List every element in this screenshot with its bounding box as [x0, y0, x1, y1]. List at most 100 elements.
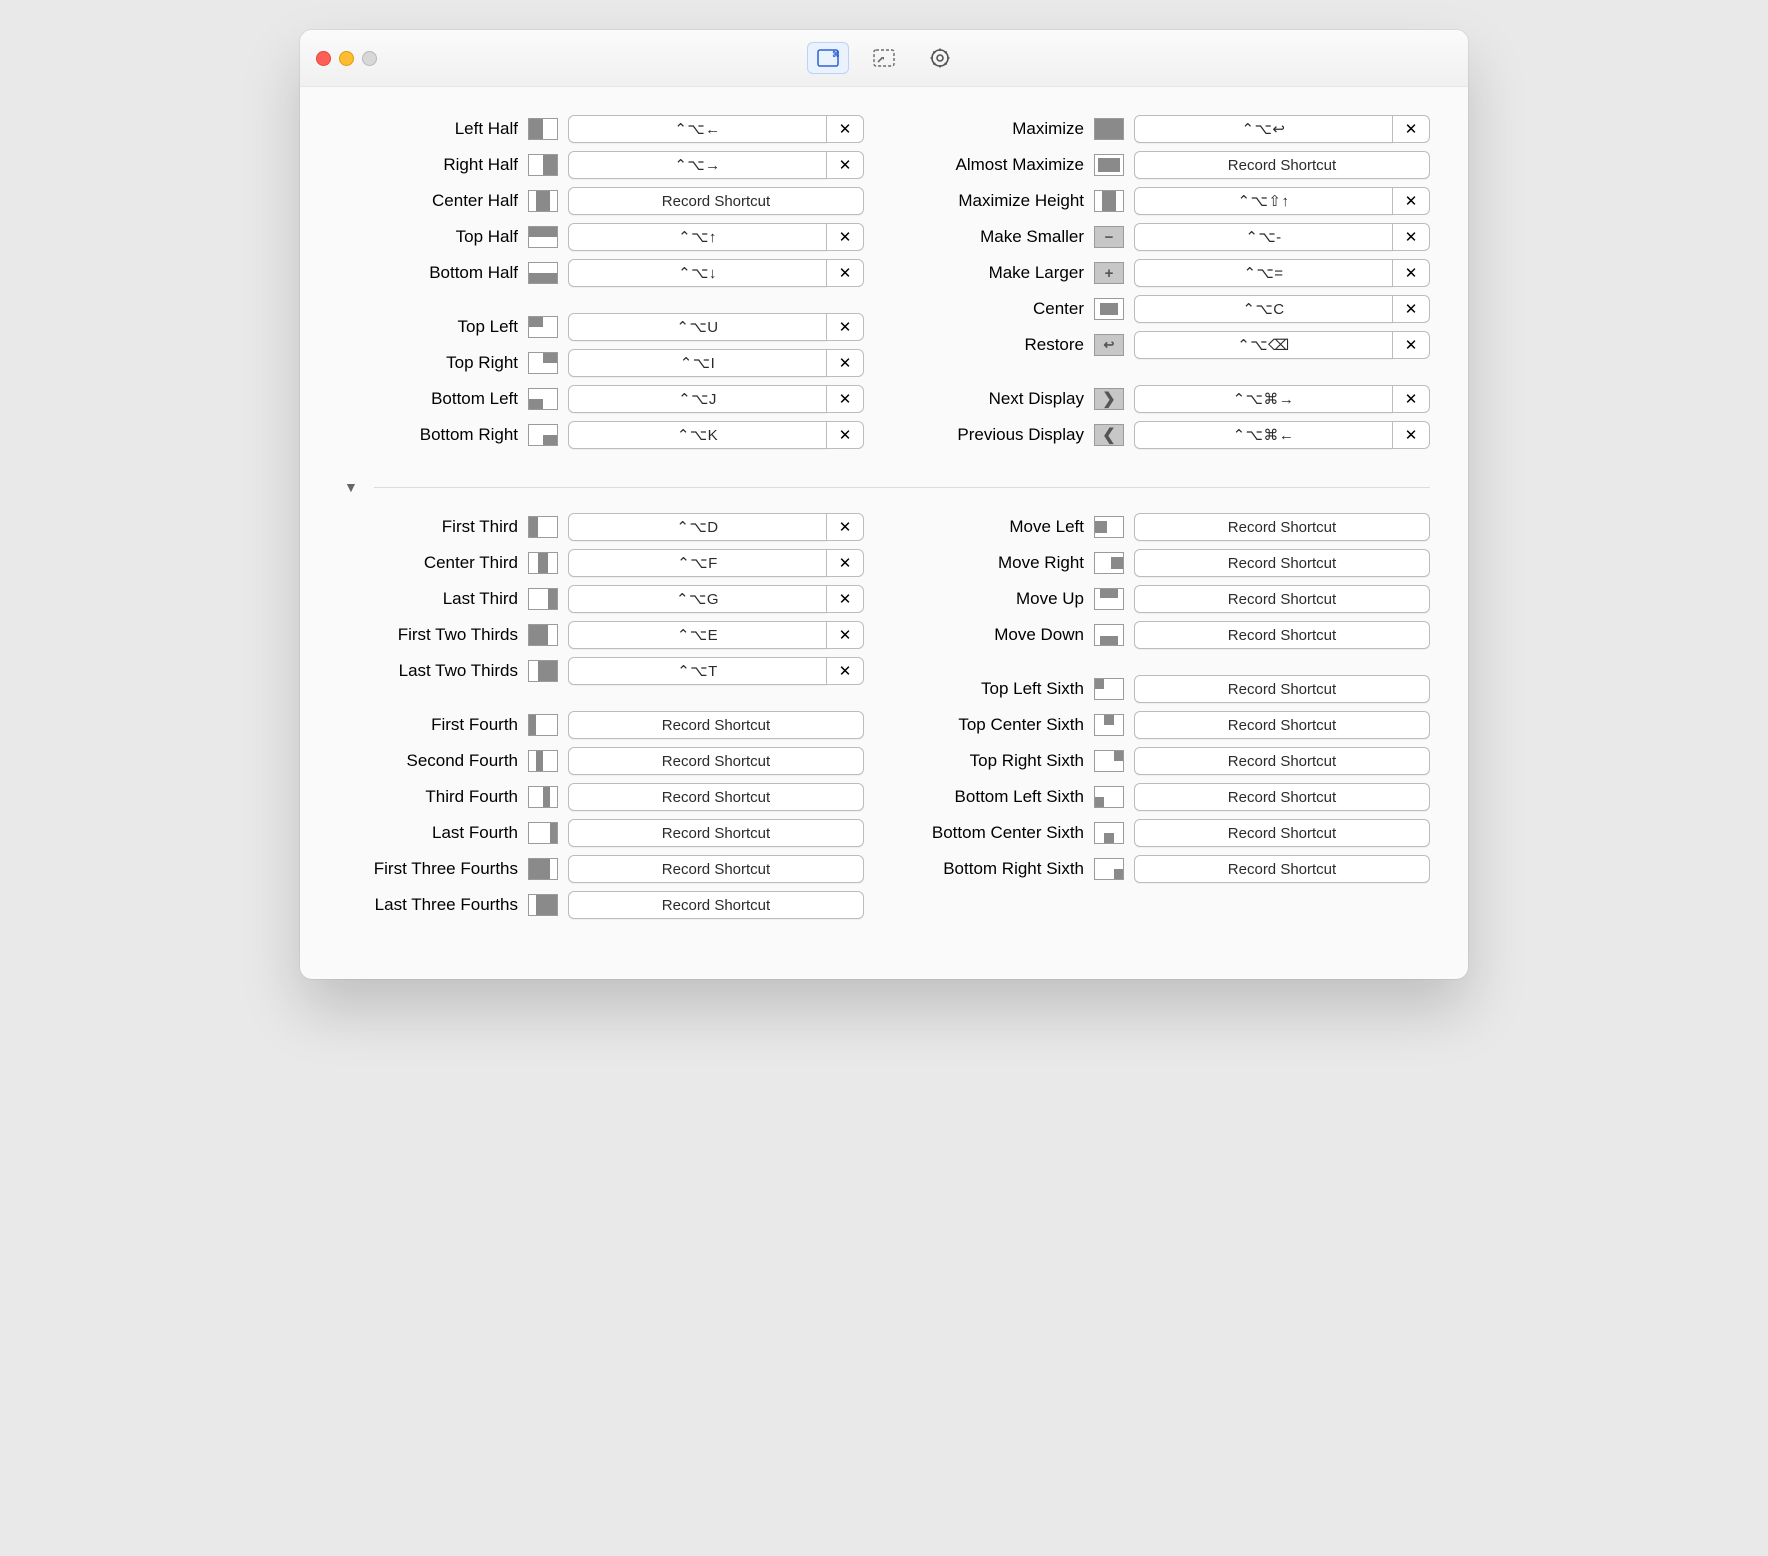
toolbar: ⌘ — [300, 30, 1468, 87]
shortcut-display-make-larger[interactable]: ⌃⌥= — [1134, 259, 1393, 287]
row-first-fourth: First Fourth Record Shortcut — [338, 707, 864, 743]
clear-shortcut-top-right[interactable]: ✕ — [826, 349, 864, 377]
record-shortcut-move-up[interactable]: Record Shortcut — [1134, 585, 1430, 613]
record-shortcut-center-half[interactable]: Record Shortcut — [568, 187, 864, 215]
row-next-display: Next Display ❯ ⌃⌥⌘→ ✕ — [904, 381, 1430, 417]
record-shortcut-first-fourth[interactable]: Record Shortcut — [568, 711, 864, 739]
clear-shortcut-first-third[interactable]: ✕ — [826, 513, 864, 541]
shortcut-display-top-left[interactable]: ⌃⌥U — [568, 313, 827, 341]
pictogram-top-half — [528, 226, 558, 248]
row-center-third: Center Third ⌃⌥F ✕ — [338, 545, 864, 581]
shortcut-display-next-display[interactable]: ⌃⌥⌘→ — [1134, 385, 1393, 413]
close-window-button[interactable] — [316, 51, 331, 66]
label-move-down: Move Down — [904, 625, 1084, 645]
shortcut-cell-maximize-height: ⌃⌥⇧↑ ✕ — [1134, 188, 1430, 214]
disclosure-toggle[interactable]: ▼ — [338, 479, 364, 495]
shortcut-display-bottom-half[interactable]: ⌃⌥↓ — [568, 259, 827, 287]
record-shortcut-almost-maximize[interactable]: Record Shortcut — [1134, 151, 1430, 179]
shortcut-cell-first-fourth: Record Shortcut — [568, 712, 864, 738]
record-shortcut-first-three-fourths[interactable]: Record Shortcut — [568, 855, 864, 883]
shortcut-cell-bottom-right: ⌃⌥K ✕ — [568, 422, 864, 448]
minimize-window-button[interactable] — [339, 51, 354, 66]
shortcut-display-last-two-thirds[interactable]: ⌃⌥T — [568, 657, 827, 685]
clear-shortcut-previous-display[interactable]: ✕ — [1392, 421, 1430, 449]
right-column-bottom: Move Left Record Shortcut Move Right Rec… — [904, 509, 1430, 941]
clear-shortcut-bottom-right[interactable]: ✕ — [826, 421, 864, 449]
shortcut-cell-left-half: ⌃⌥← ✕ — [568, 116, 864, 142]
shortcut-display-maximize[interactable]: ⌃⌥↩ — [1134, 115, 1393, 143]
label-top-half: Top Half — [338, 227, 518, 247]
clear-shortcut-last-two-thirds[interactable]: ✕ — [826, 657, 864, 685]
record-shortcut-third-fourth[interactable]: Record Shortcut — [568, 783, 864, 811]
shortcut-display-bottom-left[interactable]: ⌃⌥J — [568, 385, 827, 413]
clear-shortcut-top-half[interactable]: ✕ — [826, 223, 864, 251]
clear-shortcut-maximize[interactable]: ✕ — [1392, 115, 1430, 143]
clear-shortcut-restore[interactable]: ✕ — [1392, 331, 1430, 359]
label-first-fourth: First Fourth — [338, 715, 518, 735]
pictogram-third-fourth — [528, 786, 558, 808]
shortcut-display-top-right[interactable]: ⌃⌥I — [568, 349, 827, 377]
row-make-larger: Make Larger + ⌃⌥= ✕ — [904, 255, 1430, 291]
record-shortcut-top-right-sixth[interactable]: Record Shortcut — [1134, 747, 1430, 775]
label-left-half: Left Half — [338, 119, 518, 139]
shortcut-display-make-smaller[interactable]: ⌃⌥- — [1134, 223, 1393, 251]
shortcut-display-center[interactable]: ⌃⌥C — [1134, 295, 1393, 323]
clear-shortcut-center-third[interactable]: ✕ — [826, 549, 864, 577]
record-shortcut-bottom-left-sixth[interactable]: Record Shortcut — [1134, 783, 1430, 811]
shortcut-display-first-two-thirds[interactable]: ⌃⌥E — [568, 621, 827, 649]
shortcut-display-previous-display[interactable]: ⌃⌥⌘← — [1134, 421, 1393, 449]
shortcut-display-center-third[interactable]: ⌃⌥F — [568, 549, 827, 577]
label-restore: Restore — [904, 335, 1084, 355]
record-shortcut-move-down[interactable]: Record Shortcut — [1134, 621, 1430, 649]
clear-shortcut-bottom-half[interactable]: ✕ — [826, 259, 864, 287]
pictogram-left-half — [528, 118, 558, 140]
shortcut-cell-move-right: Record Shortcut — [1134, 550, 1430, 576]
zoom-window-button[interactable] — [362, 51, 377, 66]
row-move-left: Move Left Record Shortcut — [904, 509, 1430, 545]
record-shortcut-bottom-center-sixth[interactable]: Record Shortcut — [1134, 819, 1430, 847]
record-shortcut-last-three-fourths[interactable]: Record Shortcut — [568, 891, 864, 919]
clear-shortcut-top-left[interactable]: ✕ — [826, 313, 864, 341]
clear-shortcut-make-larger[interactable]: ✕ — [1392, 259, 1430, 287]
clear-shortcut-center[interactable]: ✕ — [1392, 295, 1430, 323]
label-top-center-sixth: Top Center Sixth — [904, 715, 1084, 735]
shortcut-display-top-half[interactable]: ⌃⌥↑ — [568, 223, 827, 251]
clear-shortcut-make-smaller[interactable]: ✕ — [1392, 223, 1430, 251]
clear-shortcut-next-display[interactable]: ✕ — [1392, 385, 1430, 413]
tab-keyboard-shortcuts[interactable]: ⌘ — [807, 42, 849, 74]
clear-shortcut-first-two-thirds[interactable]: ✕ — [826, 621, 864, 649]
shortcut-display-last-third[interactable]: ⌃⌥G — [568, 585, 827, 613]
row-previous-display: Previous Display ❮ ⌃⌥⌘← ✕ — [904, 417, 1430, 453]
record-shortcut-move-left[interactable]: Record Shortcut — [1134, 513, 1430, 541]
record-shortcut-bottom-right-sixth[interactable]: Record Shortcut — [1134, 855, 1430, 883]
label-last-third: Last Third — [338, 589, 518, 609]
left-column-top: Left Half ⌃⌥← ✕ Right Half ⌃⌥→ ✕ Center … — [338, 111, 864, 471]
label-first-two-thirds: First Two Thirds — [338, 625, 518, 645]
shortcut-display-maximize-height[interactable]: ⌃⌥⇧↑ — [1134, 187, 1393, 215]
record-shortcut-last-fourth[interactable]: Record Shortcut — [568, 819, 864, 847]
record-shortcut-second-fourth[interactable]: Record Shortcut — [568, 747, 864, 775]
row-first-third: First Third ⌃⌥D ✕ — [338, 509, 864, 545]
clear-shortcut-right-half[interactable]: ✕ — [826, 151, 864, 179]
record-shortcut-top-center-sixth[interactable]: Record Shortcut — [1134, 711, 1430, 739]
traffic-lights — [316, 51, 377, 66]
shortcut-display-first-third[interactable]: ⌃⌥D — [568, 513, 827, 541]
record-shortcut-top-left-sixth[interactable]: Record Shortcut — [1134, 675, 1430, 703]
shortcut-display-restore[interactable]: ⌃⌥⌫ — [1134, 331, 1393, 359]
shortcut-display-bottom-right[interactable]: ⌃⌥K — [568, 421, 827, 449]
row-bottom-right-sixth: Bottom Right Sixth Record Shortcut — [904, 851, 1430, 887]
clear-shortcut-last-third[interactable]: ✕ — [826, 585, 864, 613]
shortcut-cell-top-left-sixth: Record Shortcut — [1134, 676, 1430, 702]
tab-settings[interactable] — [919, 42, 961, 74]
clear-shortcut-maximize-height[interactable]: ✕ — [1392, 187, 1430, 215]
pictogram-previous-display: ❮ — [1094, 424, 1124, 446]
shortcut-cell-first-three-fourths: Record Shortcut — [568, 856, 864, 882]
record-shortcut-move-right[interactable]: Record Shortcut — [1134, 549, 1430, 577]
label-next-display: Next Display — [904, 389, 1084, 409]
shortcut-display-left-half[interactable]: ⌃⌥← — [568, 115, 827, 143]
pictogram-top-right-sixth — [1094, 750, 1124, 772]
clear-shortcut-bottom-left[interactable]: ✕ — [826, 385, 864, 413]
clear-shortcut-left-half[interactable]: ✕ — [826, 115, 864, 143]
tab-snap-areas[interactable] — [863, 42, 905, 74]
shortcut-display-right-half[interactable]: ⌃⌥→ — [568, 151, 827, 179]
